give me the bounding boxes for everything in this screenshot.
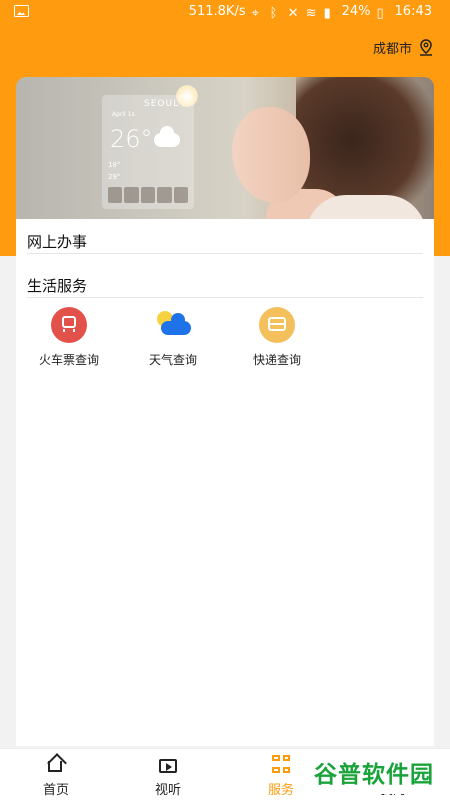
banner-forecast [108, 187, 189, 203]
clock: 16:43 [394, 4, 432, 19]
signal-icon: ▮ [323, 5, 331, 21]
service-label: 天气查询 [148, 353, 197, 367]
service-weather[interactable]: 天气查询 [133, 307, 213, 368]
service-label: 快递查询 [252, 353, 301, 367]
wifi-icon: ≋ [305, 5, 317, 21]
grid-icon [272, 755, 290, 775]
weather-icon [155, 307, 191, 343]
train-icon [51, 307, 87, 343]
banner-line-2: 29° [108, 173, 121, 181]
express-icon [259, 307, 295, 343]
tab-home[interactable]: 首页 [11, 749, 101, 801]
service-train-tickets[interactable]: 火车票查询 [29, 307, 109, 368]
banner-city: SEOUL [144, 99, 180, 109]
banner-photo-face [232, 107, 310, 203]
service-express[interactable]: 快递查询 [237, 307, 317, 368]
city-selector[interactable]: 成都市 [373, 38, 434, 57]
mute-icon: ✕ [287, 5, 299, 21]
home-icon [45, 755, 67, 775]
banner-image[interactable]: SEOUL April 1s 26° 18° 29° [16, 77, 434, 219]
divider [27, 253, 423, 254]
divider [27, 297, 423, 298]
service-label: 火车票查询 [38, 353, 99, 367]
battery-level: 24% [341, 4, 371, 19]
tab-label: 视听 [154, 783, 181, 798]
services-card: 网上办事 生活服务 火车票查询 天气查询 快递查询 [16, 219, 434, 746]
tab-media[interactable]: 视听 [123, 749, 213, 801]
banner-line-1: 18° [108, 161, 121, 169]
banner-weather-widget: SEOUL April 1s 26° 18° 29° [102, 95, 194, 209]
network-speed: 511.8K/s [188, 4, 246, 19]
status-bar: 511.8K/s ⌖ ᛒ ✕ ≋ ▮ 24% ▯ 16:43 [0, 0, 450, 24]
tab-label: 首页 [42, 783, 69, 798]
gallery-notification-icon [14, 5, 29, 17]
banner-date: April 1s [112, 111, 135, 118]
section-life-title: 生活服务 [27, 277, 88, 295]
watermark-logo: 谷普软件园 [306, 750, 442, 794]
battery-icon: ▯ [376, 5, 384, 21]
map-pin-icon [420, 38, 432, 56]
banner-temperature: 26° [110, 125, 153, 153]
city-name: 成都市 [372, 42, 412, 57]
video-icon [157, 755, 179, 775]
location-icon: ⌖ [251, 5, 259, 21]
bluetooth-icon: ᛒ [269, 5, 278, 21]
cloud-icon [154, 126, 180, 147]
status-indicators: 511.8K/s ⌖ ᛒ ✕ ≋ ▮ 24% ▯ 16:43 [188, 4, 432, 21]
section-online-title: 网上办事 [27, 233, 88, 251]
